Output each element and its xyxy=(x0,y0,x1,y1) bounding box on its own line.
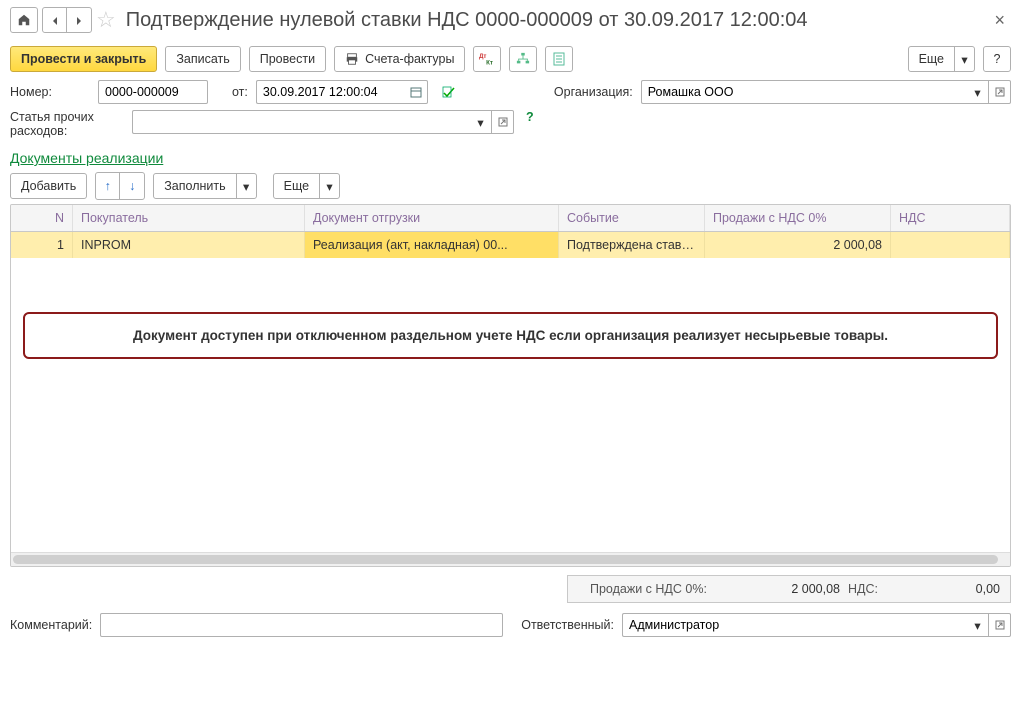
col-sales[interactable]: Продажи с НДС 0% xyxy=(705,205,891,231)
responsible-open-button[interactable] xyxy=(989,613,1011,637)
dtkt-icon: ДтКт xyxy=(479,52,495,66)
expense-label-1: Статья прочих xyxy=(10,110,98,124)
nav-forward-button[interactable] xyxy=(67,8,91,33)
arrow-down-icon: ↓ xyxy=(129,179,135,193)
col-vat[interactable]: НДС xyxy=(891,205,1010,231)
open-icon xyxy=(498,117,508,127)
window-title: Подтверждение нулевой ставки НДС 0000-00… xyxy=(126,9,808,32)
comment-input[interactable] xyxy=(100,613,503,637)
table-more-dropdown[interactable]: Еще ▾ xyxy=(273,173,340,199)
cell-event: Подтверждена ставк... xyxy=(559,232,705,258)
info-callout: Документ доступен при отключенном раздел… xyxy=(23,312,998,359)
invoices-button[interactable]: Счета-фактуры xyxy=(334,46,465,72)
cell-buyer: INPROM xyxy=(73,232,305,258)
save-button[interactable]: Записать xyxy=(165,46,240,72)
org-label: Организация: xyxy=(554,85,633,99)
col-doc[interactable]: Документ отгрузки xyxy=(305,205,559,231)
table-row[interactable]: 1 INPROM Реализация (акт, накладная) 00.… xyxy=(11,232,1010,258)
open-icon xyxy=(995,620,1005,630)
document-icon xyxy=(553,52,565,66)
expense-label-2: расходов: xyxy=(10,124,98,138)
calendar-button[interactable] xyxy=(406,80,428,104)
home-button[interactable] xyxy=(10,7,38,33)
org-input[interactable] xyxy=(641,80,967,104)
comment-label: Комментарий: xyxy=(10,618,92,632)
horizontal-scrollbar[interactable] xyxy=(11,552,1010,566)
calendar-icon xyxy=(410,86,422,98)
arrow-left-icon xyxy=(49,15,61,27)
number-label: Номер: xyxy=(10,85,90,99)
printer-icon xyxy=(345,52,359,66)
col-n[interactable]: N xyxy=(11,205,73,231)
org-dropdown-button[interactable]: ▾ xyxy=(967,80,989,104)
home-icon xyxy=(17,13,31,27)
expense-open-button[interactable] xyxy=(492,110,514,134)
close-button[interactable]: × xyxy=(988,10,1011,31)
responsible-label: Ответственный: xyxy=(521,618,614,632)
cell-sales: 2 000,08 xyxy=(705,232,891,258)
col-buyer[interactable]: Покупатель xyxy=(73,205,305,231)
favorite-star-icon[interactable]: ☆ xyxy=(96,7,116,33)
chevron-down-icon: ▾ xyxy=(954,47,974,71)
help-button[interactable]: ? xyxy=(983,46,1011,72)
documents-link[interactable]: Документы реализации xyxy=(10,150,163,166)
move-down-button[interactable]: ↓ xyxy=(120,173,144,199)
post-button[interactable]: Провести xyxy=(249,46,326,72)
org-open-button[interactable] xyxy=(989,80,1011,104)
arrow-up-icon: ↑ xyxy=(105,179,111,193)
cell-n: 1 xyxy=(11,232,73,258)
posted-icon xyxy=(442,85,456,99)
expense-dropdown-button[interactable]: ▾ xyxy=(470,110,492,134)
dtkt-button[interactable]: ДтКт xyxy=(473,46,501,72)
cell-vat xyxy=(891,232,1010,258)
number-input[interactable] xyxy=(98,80,208,104)
date-input[interactable] xyxy=(256,80,406,104)
struct-button[interactable] xyxy=(509,46,537,72)
totals-vat-value: 0,00 xyxy=(890,582,1000,596)
svg-text:Кт: Кт xyxy=(487,59,494,66)
responsible-dropdown-button[interactable]: ▾ xyxy=(967,613,989,637)
totals-vat-label: НДС: xyxy=(840,582,890,596)
tree-icon xyxy=(516,52,530,66)
col-event[interactable]: Событие xyxy=(559,205,705,231)
responsible-input[interactable] xyxy=(622,613,967,637)
open-icon xyxy=(995,87,1005,97)
more-dropdown[interactable]: Еще ▾ xyxy=(908,46,975,72)
totals-sales-value: 2 000,08 xyxy=(730,582,840,596)
date-label: от: xyxy=(232,85,248,99)
fill-dropdown[interactable]: Заполнить ▾ xyxy=(153,173,256,199)
totals-bar: Продажи с НДС 0%: 2 000,08 НДС: 0,00 xyxy=(567,575,1011,603)
post-and-close-button[interactable]: Провести и закрыть xyxy=(10,46,157,72)
nav-back-button[interactable] xyxy=(43,8,67,33)
chevron-down-icon: ▾ xyxy=(236,174,256,198)
expense-help[interactable]: ? xyxy=(526,110,534,124)
add-row-button[interactable]: Добавить xyxy=(10,173,87,199)
doc-button[interactable] xyxy=(545,46,573,72)
move-up-button[interactable]: ↑ xyxy=(96,173,120,199)
chevron-down-icon: ▾ xyxy=(319,174,339,198)
totals-sales-label: Продажи с НДС 0%: xyxy=(590,582,730,596)
arrow-right-icon xyxy=(73,15,85,27)
cell-doc: Реализация (акт, накладная) 00... xyxy=(305,232,559,258)
expense-input[interactable] xyxy=(132,110,470,134)
documents-grid: N Покупатель Документ отгрузки Событие П… xyxy=(10,204,1011,567)
